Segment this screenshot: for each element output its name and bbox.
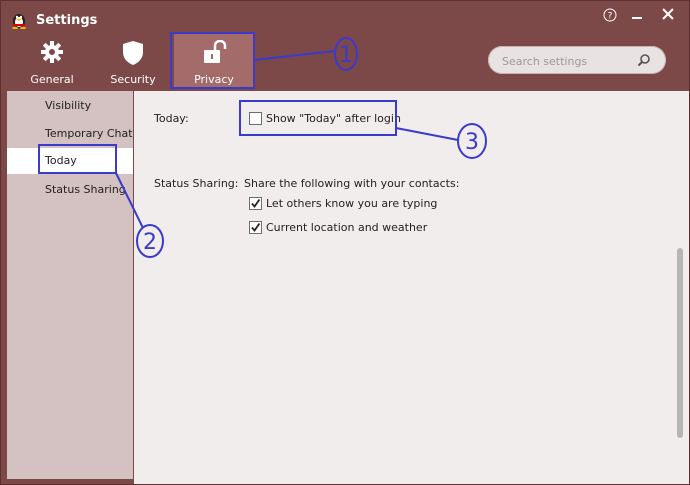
checkbox-label: Current location and weather <box>266 221 428 234</box>
minimize-button[interactable] <box>628 8 646 24</box>
sidebar-item-label: Visibility <box>45 99 92 112</box>
sidebar-item-today[interactable]: Today <box>7 148 133 174</box>
checkbox-checked[interactable] <box>249 197 262 210</box>
sidebar-item-label: Today <box>45 154 77 167</box>
settings-content: Today: Show "Today" after login Status S… <box>134 91 689 484</box>
sidebar-item-label: Temporary Chat <box>45 127 133 140</box>
close-button[interactable] <box>659 8 677 24</box>
checkbox-checked[interactable] <box>249 221 262 234</box>
tab-label: General <box>30 73 74 86</box>
gear-icon <box>41 41 63 63</box>
minimize-icon <box>632 17 642 19</box>
tab-privacy[interactable]: Privacy <box>174 32 254 88</box>
checkbox-label: Show "Today" after login <box>266 112 401 125</box>
search-box[interactable] <box>488 46 666 74</box>
status-sharing-section-label: Status Sharing: <box>154 177 239 190</box>
scrollbar-thumb[interactable] <box>677 248 683 438</box>
checkbox-label: Let others know you are typing <box>266 197 438 210</box>
search-input[interactable] <box>500 52 644 70</box>
sidebar-item-label: Status Sharing <box>45 183 126 196</box>
sidebar-item-temporary-chat[interactable]: Temporary Chat <box>7 121 133 147</box>
unlock-icon <box>204 40 227 63</box>
tab-security[interactable]: Security <box>93 32 173 88</box>
sidebar-item-visibility[interactable]: Visibility <box>7 93 133 119</box>
svg-text:?: ? <box>608 12 613 22</box>
tab-general[interactable]: General <box>12 32 92 88</box>
tab-label: Privacy <box>194 73 234 86</box>
sidebar: Visibility Temporary Chat Today Status S… <box>7 91 133 479</box>
checkbox-unchecked[interactable] <box>249 112 262 125</box>
close-icon <box>662 8 674 20</box>
question-circle-icon: ? <box>603 8 617 22</box>
checkmark-icon <box>251 198 261 208</box>
status-sharing-intro: Share the following with your contacts: <box>244 177 460 190</box>
checkmark-icon <box>251 222 261 232</box>
shield-icon <box>123 41 143 65</box>
window-title: Settings <box>36 13 98 28</box>
settings-window: Settings ? General Security Privacy Sear… <box>0 0 690 485</box>
help-button[interactable]: ? <box>601 8 619 24</box>
sidebar-item-status-sharing[interactable]: Status Sharing <box>7 177 133 203</box>
tab-label: Security <box>110 73 156 86</box>
penguin-logo-icon <box>12 14 26 29</box>
search-icon[interactable] <box>637 53 651 67</box>
scrollbar[interactable] <box>676 96 686 478</box>
today-section-label: Today: <box>154 112 189 125</box>
